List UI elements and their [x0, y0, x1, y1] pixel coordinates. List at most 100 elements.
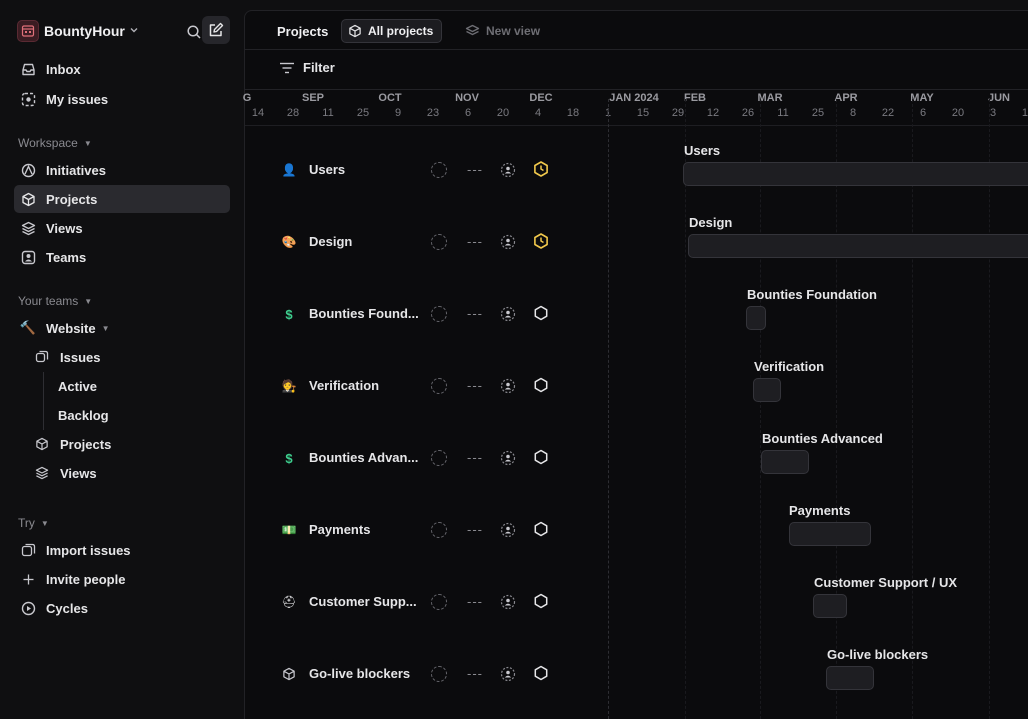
project-status-icon[interactable]	[533, 449, 549, 468]
sidebar-item-label: Projects	[46, 191, 98, 207]
project-row[interactable]: Go-live blockers ---	[245, 640, 585, 712]
project-row[interactable]: ⛑ Customer Supp... ---	[245, 568, 585, 640]
priority-none-icon[interactable]: ---	[467, 234, 483, 249]
project-row[interactable]: 🎨 Design ---	[245, 208, 585, 280]
project-row[interactable]: $ Bounties Found... ---	[245, 280, 585, 352]
sidebar-item-label: Invite people	[46, 571, 126, 587]
your-teams-section-header[interactable]: Your teams ▼	[18, 294, 92, 308]
timeline-bar-label: Design	[689, 215, 733, 230]
inbox-icon	[20, 61, 36, 77]
sidebar-item-my-issues[interactable]: My issues	[14, 85, 230, 113]
priority-none-icon[interactable]: ---	[467, 162, 483, 177]
tab-new-view[interactable]: New view	[465, 19, 540, 43]
filter-icon	[279, 61, 295, 75]
workspace-logo-icon[interactable]	[17, 20, 39, 42]
sidebar-item-projects[interactable]: Projects	[14, 185, 230, 213]
sidebar-item-team-views[interactable]: Views	[14, 459, 230, 487]
priority-none-icon[interactable]: ---	[467, 522, 483, 537]
timeline-day: 4	[534, 107, 542, 119]
members-icon[interactable]	[500, 594, 516, 613]
tab-projects[interactable]: Projects	[277, 19, 328, 43]
sidebar-item-backlog[interactable]: Backlog	[14, 401, 230, 429]
plus-icon	[20, 571, 36, 587]
sidebar-item-cycles[interactable]: Cycles	[14, 594, 230, 622]
members-icon[interactable]	[500, 234, 516, 253]
sidebar-item-team-website[interactable]: 🔨 Website ▼	[14, 314, 230, 342]
members-icon[interactable]	[500, 162, 516, 181]
project-row[interactable]: $ Bounties Advan... ---	[245, 424, 585, 496]
sidebar-item-label: Views	[60, 465, 97, 481]
project-status-icon[interactable]	[533, 521, 549, 540]
caret-down-icon: ▼	[101, 323, 110, 333]
priority-none-icon[interactable]: ---	[467, 594, 483, 609]
project-status-icon[interactable]	[533, 593, 549, 612]
sidebar-item-initiatives[interactable]: Initiatives	[14, 156, 230, 184]
try-section-header[interactable]: Try ▼	[18, 516, 49, 530]
tab-all-projects[interactable]: All projects	[341, 19, 443, 43]
sidebar-item-invite-people[interactable]: Invite people	[14, 565, 230, 593]
sidebar-item-teams[interactable]: Teams	[14, 243, 230, 271]
filter-bar: Filter	[245, 50, 1028, 90]
lead-empty-icon[interactable]	[431, 450, 447, 466]
project-row[interactable]: 👤 Users ---	[245, 136, 585, 208]
members-icon[interactable]	[500, 522, 516, 541]
sidebar-item-issues[interactable]: Issues	[14, 343, 230, 371]
project-status-icon[interactable]	[533, 305, 549, 324]
project-name[interactable]: Verification	[309, 378, 421, 393]
priority-none-icon[interactable]: ---	[467, 378, 483, 393]
timeline-bar[interactable]	[683, 162, 1028, 186]
compose-button[interactable]	[202, 16, 230, 44]
project-status-icon[interactable]	[533, 665, 549, 684]
members-icon[interactable]	[500, 378, 516, 397]
lead-empty-icon[interactable]	[431, 522, 447, 538]
timeline-bar[interactable]	[826, 666, 874, 690]
timeline-month: NOV	[455, 92, 479, 104]
sidebar-item-inbox[interactable]: Inbox	[14, 55, 230, 83]
filter-button[interactable]: Filter	[279, 60, 335, 75]
project-status-icon[interactable]	[533, 161, 549, 180]
project-name[interactable]: Users	[309, 162, 421, 177]
sidebar-item-active[interactable]: Active	[14, 372, 230, 400]
timeline-bar[interactable]	[753, 378, 781, 402]
project-icon: 💵	[281, 523, 297, 537]
lead-empty-icon[interactable]	[431, 162, 447, 178]
project-name[interactable]: Bounties Advan...	[309, 450, 421, 465]
lead-empty-icon[interactable]	[431, 234, 447, 250]
chevron-down-icon[interactable]	[129, 25, 139, 38]
timeline-bar-label: Bounties Foundation	[747, 287, 877, 302]
project-name[interactable]: Payments	[309, 522, 421, 537]
members-icon[interactable]	[500, 666, 516, 685]
lead-empty-icon[interactable]	[431, 378, 447, 394]
workspace-section-header[interactable]: Workspace ▼	[18, 136, 92, 150]
members-icon[interactable]	[500, 306, 516, 325]
timeline-bar[interactable]	[688, 234, 1028, 258]
sidebar-item-views[interactable]: Views	[14, 214, 230, 242]
sidebar-item-team-projects[interactable]: Projects	[14, 430, 230, 458]
project-row[interactable]: 🧑‍⚖️ Verification ---	[245, 352, 585, 424]
project-name[interactable]: Customer Supp...	[309, 594, 421, 609]
project-status-icon[interactable]	[533, 377, 549, 396]
project-name[interactable]: Go-live blockers	[309, 666, 421, 681]
sidebar-item-import-issues[interactable]: Import issues	[14, 536, 230, 564]
sidebar-item-label: My issues	[46, 91, 109, 107]
teams-icon	[20, 249, 36, 265]
lead-empty-icon[interactable]	[431, 666, 447, 682]
priority-none-icon[interactable]: ---	[467, 450, 483, 465]
project-name[interactable]: Design	[309, 234, 421, 249]
timeline-day: 23	[426, 107, 440, 119]
project-name[interactable]: Bounties Found...	[309, 306, 421, 321]
timeline-bar[interactable]	[789, 522, 871, 546]
project-status-icon[interactable]	[533, 233, 549, 252]
timeline-bar[interactable]	[761, 450, 809, 474]
lead-empty-icon[interactable]	[431, 594, 447, 610]
grid-line	[912, 99, 913, 719]
workspace-name[interactable]: BountyHour	[44, 23, 125, 39]
project-row[interactable]: 💵 Payments ---	[245, 496, 585, 568]
timeline-bar[interactable]	[813, 594, 847, 618]
timeline-bar[interactable]	[746, 306, 766, 330]
timeline-day: 22	[881, 107, 895, 119]
priority-none-icon[interactable]: ---	[467, 306, 483, 321]
members-icon[interactable]	[500, 450, 516, 469]
priority-none-icon[interactable]: ---	[467, 666, 483, 681]
lead-empty-icon[interactable]	[431, 306, 447, 322]
